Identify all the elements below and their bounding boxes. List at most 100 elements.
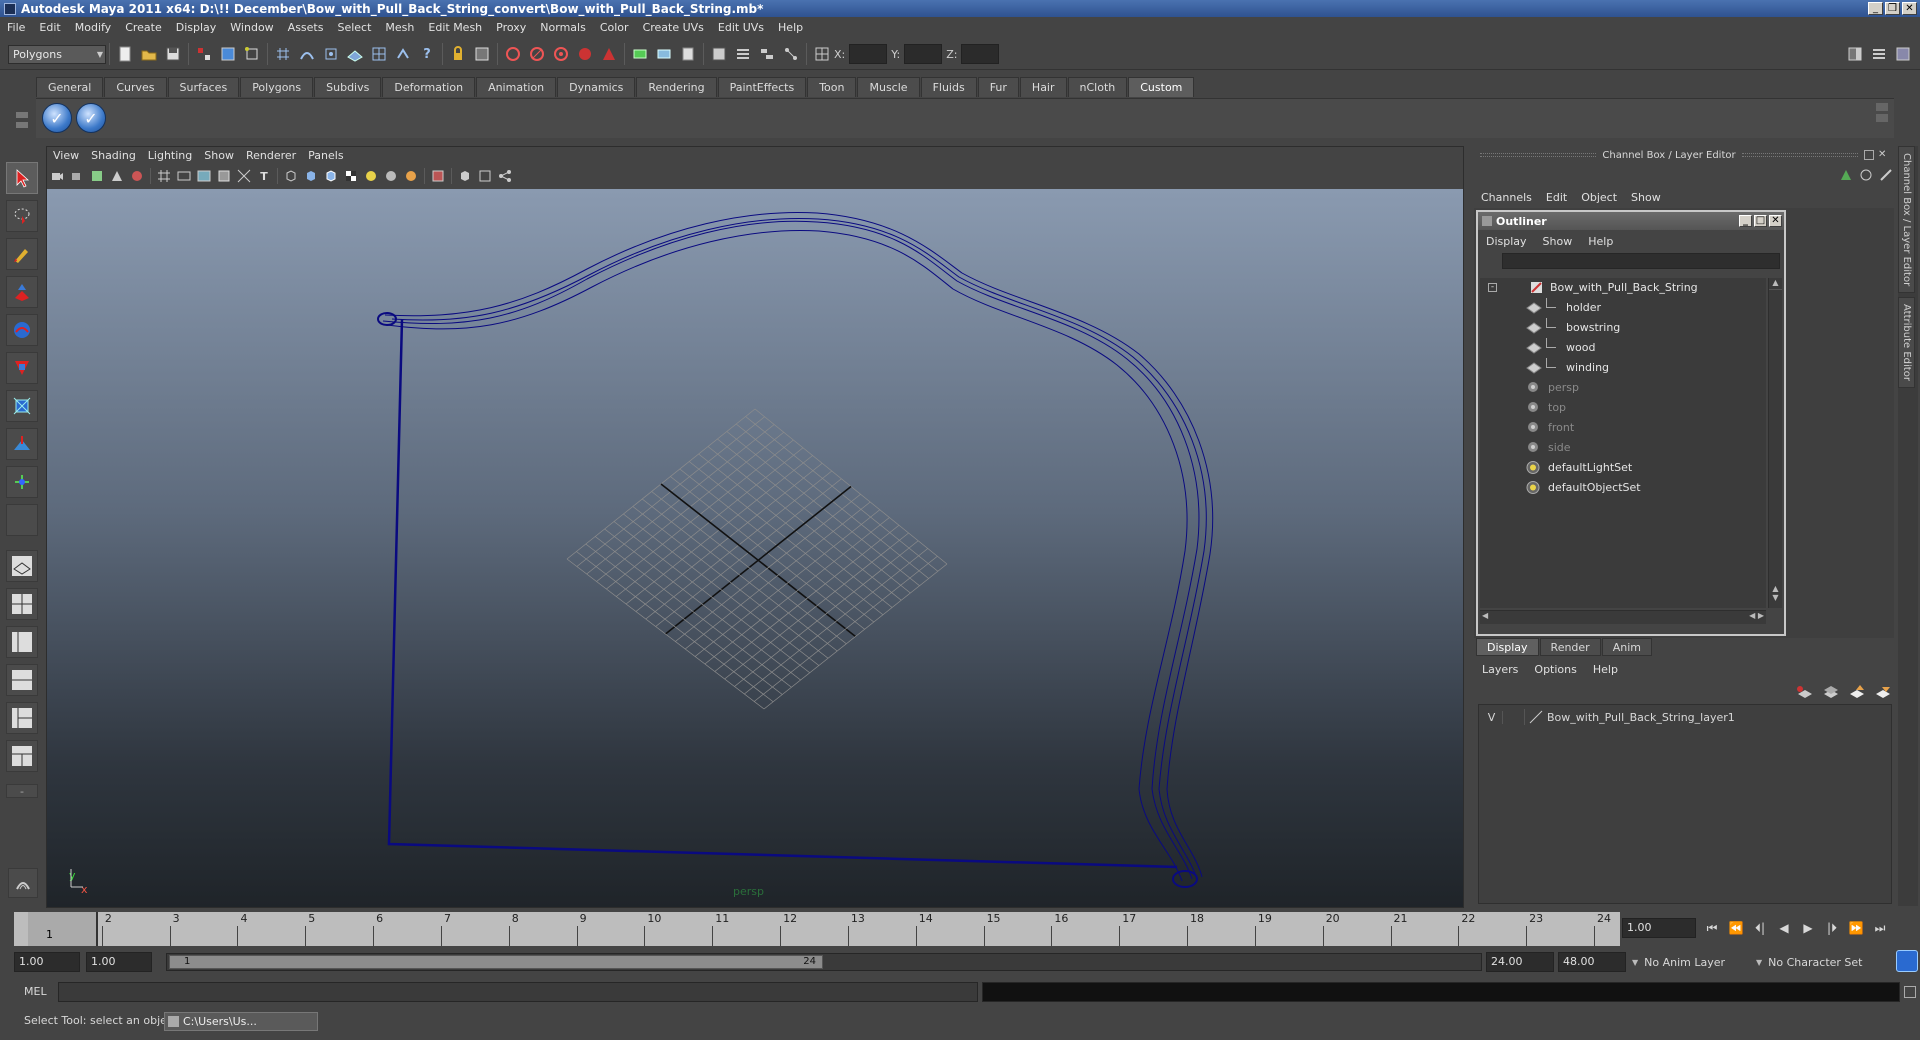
animation-start-field[interactable]: 1.00 [14,952,80,972]
input-line-icon[interactable] [629,43,651,65]
highlight-select-icon[interactable] [471,43,493,65]
shelf-menu-icon[interactable] [16,112,28,118]
menu-edit-mesh[interactable]: Edit Mesh [421,18,489,38]
field-chart-icon[interactable] [235,167,253,185]
close-panel-icon[interactable]: ✕ [1878,150,1888,160]
outliner-horizontal-scrollbar[interactable]: ◀ ◀ ▶ [1480,610,1766,624]
shelf-tab-rendering[interactable]: Rendering [636,77,717,97]
menu-create-uvs[interactable]: Create UVs [636,18,711,38]
shelf-tab-custom[interactable]: Custom [1128,77,1195,97]
layer-menu-help[interactable]: Help [1585,663,1626,676]
shelf-tab-painteffects[interactable]: PaintEffects [717,77,807,97]
range-handle[interactable]: 1 24 [169,955,823,969]
collapse-icon[interactable]: - [1488,283,1497,292]
outliner-item[interactable]: holder [1480,298,1766,318]
select-by-component-icon[interactable] [241,43,263,65]
scroll-right-icon[interactable]: ◀ ▶ [1749,611,1764,620]
lasso-tool-icon[interactable] [6,200,38,232]
open-scene-icon[interactable] [138,43,160,65]
channel-menu-show[interactable]: Show [1624,191,1668,204]
go-to-start-icon[interactable]: ⏮ [1700,918,1724,938]
step-back-frame-icon[interactable]: ⏪ [1724,918,1748,938]
layer-color-icon[interactable] [1529,710,1543,724]
menu-mesh[interactable]: Mesh [378,18,421,38]
shelf-tab-curves[interactable]: Curves [104,77,167,97]
soft-mod-tool-icon[interactable] [6,428,38,460]
dope-sheet-icon[interactable] [732,43,754,65]
outliner-item[interactable]: defaultObjectSet [1480,478,1766,498]
trax-icon[interactable] [756,43,778,65]
shelf-tab-deformation[interactable]: Deformation [382,77,476,97]
layer-tab-anim[interactable]: Anim [1601,638,1652,656]
mel-label[interactable]: MEL [24,985,47,998]
outliner-menu-show[interactable]: Show [1535,235,1581,248]
go-to-end-icon[interactable]: ⏭ [1868,918,1892,938]
shelf-tab-fur[interactable]: Fur [977,77,1019,97]
shelf-tab-dynamics[interactable]: Dynamics [557,77,636,97]
shelf-button-check-1[interactable]: ✓ [42,103,72,133]
outliner-item[interactable]: - Bow_with_Pull_Back_String [1480,278,1766,298]
shelf-tab-surfaces[interactable]: Surfaces [167,77,240,97]
snap-grid-icon[interactable] [272,43,294,65]
toggle-attribute-editor-icon[interactable] [1844,43,1866,65]
layer-tab-render[interactable]: Render [1539,638,1601,656]
play-backwards-icon[interactable]: ◀ [1772,918,1796,938]
render-settings-icon[interactable] [550,43,572,65]
snap-point-icon[interactable] [320,43,342,65]
frame-all-icon[interactable] [476,167,494,185]
viewport-menu-shading[interactable]: Shading [85,147,142,165]
outliner-title-bar[interactable]: Outliner _ □ ✕ [1478,212,1784,230]
layer-visibility-toggle[interactable]: V [1481,710,1503,724]
viewport-menu-view[interactable]: View [47,147,85,165]
outliner-item[interactable]: front [1480,418,1766,438]
isolate-select-icon[interactable] [456,167,474,185]
persp-graph-layout-icon[interactable] [6,664,38,696]
safe-action-icon[interactable]: T [255,167,273,185]
new-empty-layer-icon[interactable] [1793,682,1817,702]
script-editor-button-icon[interactable] [1904,986,1916,998]
z-field[interactable] [961,44,1000,64]
y-field[interactable] [904,44,943,64]
channel-menu-channels[interactable]: Channels [1474,191,1539,204]
shelf-tab-subdivs[interactable]: Subdivs [314,77,382,97]
transform-mode-icon[interactable] [811,43,833,65]
graph-editor-icon[interactable] [708,43,730,65]
viewport-menu-renderer[interactable]: Renderer [240,147,302,165]
menu-window[interactable]: Window [223,18,280,38]
minimized-window-button[interactable]: C:\Users\Us... [164,1012,318,1031]
layer-menu-options[interactable]: Options [1526,663,1584,676]
shelf-scroll-up-icon[interactable] [1876,103,1888,111]
channel-menu-object[interactable]: Object [1574,191,1624,204]
bookmarks-icon[interactable] [88,167,106,185]
viewport-menu-panels[interactable]: Panels [302,147,349,165]
menu-create[interactable]: Create [118,18,169,38]
layer-row[interactable]: V Bow_with_Pull_Back_String_layer1 [1481,707,1891,727]
render-view-icon[interactable] [598,43,620,65]
render-current-icon[interactable] [502,43,524,65]
scroll-left-icon[interactable]: ◀ [1482,611,1488,620]
outliner-maximize-button[interactable]: □ [1754,215,1767,227]
snap-plane-icon[interactable] [344,43,366,65]
shelf-tab-fluids[interactable]: Fluids [920,77,977,97]
all-lights-icon[interactable] [382,167,400,185]
menu-display[interactable]: Display [169,18,224,38]
x-field[interactable] [849,44,888,64]
menu-select[interactable]: Select [330,18,378,38]
outliner-filter-field[interactable] [1502,253,1780,269]
lock-icon[interactable] [447,43,469,65]
toolbox-expand-icon[interactable]: - [6,784,38,798]
paint-select-tool-icon[interactable] [6,238,38,270]
mel-input[interactable] [58,982,978,1002]
menu-modify[interactable]: Modify [68,18,118,38]
select-by-object-icon[interactable] [217,43,239,65]
outliner-vertical-scrollbar[interactable]: ▲ ▲ ▼ [1768,278,1782,608]
layer-menu-layers[interactable]: Layers [1474,663,1526,676]
default-lighting-icon[interactable] [362,167,380,185]
viewport-menu-show[interactable]: Show [198,147,240,165]
outliner-item[interactable]: defaultLightSet [1480,458,1766,478]
attribute-icon[interactable] [677,43,699,65]
animation-end-field[interactable]: 48.00 [1558,952,1626,972]
playback-end-field[interactable]: 24.00 [1486,952,1554,972]
persp-outliner-layout-icon[interactable] [6,626,38,658]
range-bar[interactable]: 1 24 [166,953,1482,971]
